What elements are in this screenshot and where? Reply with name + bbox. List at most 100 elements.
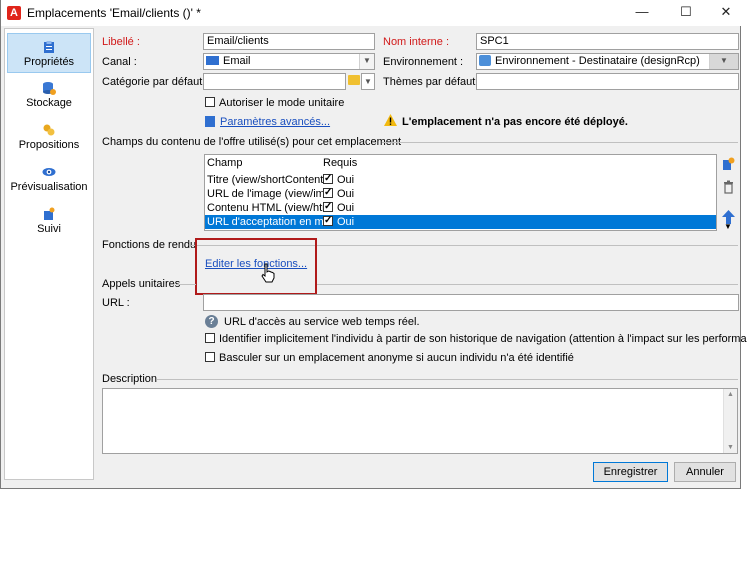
identifier-checkbox[interactable]: Identifier implicitement l'individu à pa…	[205, 333, 747, 345]
help-icon: ?	[205, 315, 218, 328]
requis-cell[interactable]: Oui	[323, 172, 355, 187]
cancel-button[interactable]: Annuler	[674, 462, 736, 482]
clipboard-icon	[44, 41, 54, 53]
checkbox-checked[interactable]	[323, 186, 333, 200]
chevron-down-icon[interactable]: ▼	[361, 73, 375, 90]
champ-cell: Titre (view/shortContent)	[207, 174, 323, 186]
section-divider	[157, 379, 738, 380]
requis-cell[interactable]: Oui	[323, 200, 355, 215]
sidebar-item-label: Propriétés	[23, 56, 75, 68]
basculer-checkbox[interactable]: Basculer sur un emplacement anonyme si a…	[205, 352, 574, 364]
requis-text: Oui	[337, 216, 355, 228]
description-value	[103, 389, 737, 393]
section-divider	[176, 284, 196, 285]
add-field-icon[interactable]	[722, 157, 735, 171]
sidebar-item-label: Suivi	[37, 223, 61, 235]
chevron-down-icon[interactable]: ▼	[359, 54, 374, 69]
email-icon	[206, 56, 219, 65]
coins-icon	[43, 124, 55, 136]
parametres-avances[interactable]: Paramètres avancés...	[205, 116, 330, 128]
categorie-label: Catégorie par défaut :	[102, 76, 209, 88]
checkbox-box[interactable]	[205, 333, 215, 343]
sidebar-item-suivi[interactable]: Suivi	[7, 201, 91, 241]
sidebar-item-label: Propositions	[18, 139, 80, 151]
canal-label: Canal :	[102, 56, 137, 68]
champ-cell: URL de l'image (view/image)	[207, 188, 323, 200]
table-row[interactable]: Titre (view/shortContent) Oui	[205, 172, 716, 187]
description-textarea[interactable]: ▲ ▼	[102, 388, 738, 454]
dialog-window: A Emplacements 'Email/clients ()' * — ☐ …	[0, 0, 747, 489]
warning-text: L'emplacement n'a pas encore été déployé…	[402, 116, 628, 128]
chevron-down-icon[interactable]: ▼	[709, 54, 738, 69]
parametres-avances-link[interactable]: Paramètres avancés...	[220, 116, 330, 128]
champs-table: Champ Requis Titre (view/shortContent) Ou…	[204, 154, 717, 231]
sidebar-item-label: Stockage	[26, 97, 72, 109]
app-logo-icon: A	[7, 6, 21, 20]
table-row[interactable]: URL de l'image (view/image) Oui	[205, 186, 716, 201]
scroll-down-icon[interactable]: ▼	[724, 444, 737, 451]
environnement-label: Environnement :	[383, 56, 464, 68]
help-text: URL d'accès au service web temps réel.	[224, 316, 420, 328]
appels-section-title: Appels unitaires	[102, 278, 181, 290]
sidebar: Propriétés Stockage Propositions Prévisu…	[4, 28, 94, 480]
checkbox-checked[interactable]	[323, 200, 333, 214]
description-section-title: Description	[102, 373, 158, 385]
sidebar-item-previsualisation[interactable]: Prévisualisation	[7, 159, 91, 199]
requis-text: Oui	[337, 188, 355, 200]
eye-icon	[42, 168, 56, 176]
environnement-value: Environnement - Destinataire (designRcp)	[495, 55, 700, 67]
url-input[interactable]	[203, 294, 739, 311]
canal-value: Email	[223, 55, 251, 67]
url-label: URL :	[102, 297, 130, 309]
champs-section-title: Champs du contenu de l'offre utilisé(s) …	[102, 136, 402, 148]
canal-select[interactable]: Email ▼	[203, 53, 375, 70]
scroll-up-icon[interactable]: ▲	[724, 391, 737, 398]
section-divider	[317, 284, 738, 285]
sidebar-item-stockage[interactable]: Stockage	[7, 75, 91, 115]
checkbox-box[interactable]	[205, 352, 215, 362]
checkbox-checked[interactable]	[323, 214, 333, 228]
themes-input[interactable]	[476, 73, 739, 90]
trash-icon[interactable]	[722, 180, 735, 194]
table-row[interactable]: Contenu HTML (view/htmlSource) Oui	[205, 200, 716, 215]
settings-doc-icon	[205, 116, 215, 127]
column-header-champ: Champ	[207, 157, 243, 169]
autoriser-checkbox[interactable]: Autoriser le mode unitaire	[205, 97, 344, 109]
checkbox-box[interactable]	[205, 97, 215, 107]
sidebar-item-label: Prévisualisation	[10, 181, 88, 193]
arrow-down-icon[interactable]: ▼	[724, 222, 732, 231]
fonctions-section-title: Fonctions de rendu	[102, 239, 197, 251]
themes-label: Thèmes par défaut :	[383, 76, 482, 88]
identifier-label: Identifier implicitement l'individu à pa…	[219, 333, 747, 345]
highlight-box	[195, 238, 317, 295]
requis-cell[interactable]: Oui	[323, 186, 355, 201]
tracking-icon	[44, 207, 55, 220]
minimize-button[interactable]: —	[627, 2, 657, 22]
window-title: Emplacements 'Email/clients ()' *	[27, 6, 201, 20]
title-bar: A Emplacements 'Email/clients ()' * — ☐ …	[1, 0, 742, 26]
nom-interne-label: Nom interne :	[383, 36, 450, 48]
sidebar-item-proprietes[interactable]: Propriétés	[7, 33, 91, 73]
table-row-selected[interactable]: URL d'acceptation en mode Oui	[205, 214, 716, 229]
sidebar-item-propositions[interactable]: Propositions	[7, 117, 91, 157]
folder-icon	[479, 55, 491, 66]
folder-open-icon[interactable]	[348, 75, 360, 85]
libelle-input[interactable]: Email/clients	[203, 33, 375, 50]
checkbox-checked[interactable]	[323, 172, 333, 186]
requis-text: Oui	[337, 202, 355, 214]
requis-text: Oui	[337, 174, 355, 186]
libelle-label: Libellé :	[102, 36, 140, 48]
column-header-requis: Requis	[323, 157, 358, 169]
environnement-select[interactable]: Environnement - Destinataire (designRcp)…	[476, 53, 739, 70]
categorie-input[interactable]	[203, 73, 346, 90]
database-icon	[43, 82, 56, 95]
save-button[interactable]: Enregistrer	[593, 462, 668, 482]
close-button[interactable]: ✕	[711, 2, 741, 22]
autoriser-label: Autoriser le mode unitaire	[219, 97, 345, 109]
nom-interne-input[interactable]: SPC1	[476, 33, 739, 50]
scrollbar[interactable]: ▲ ▼	[723, 389, 737, 453]
requis-cell[interactable]: Oui	[323, 214, 355, 229]
maximize-button[interactable]: ☐	[671, 2, 701, 22]
warning-icon	[384, 114, 397, 126]
champ-cell: Contenu HTML (view/htmlSource)	[207, 202, 323, 214]
